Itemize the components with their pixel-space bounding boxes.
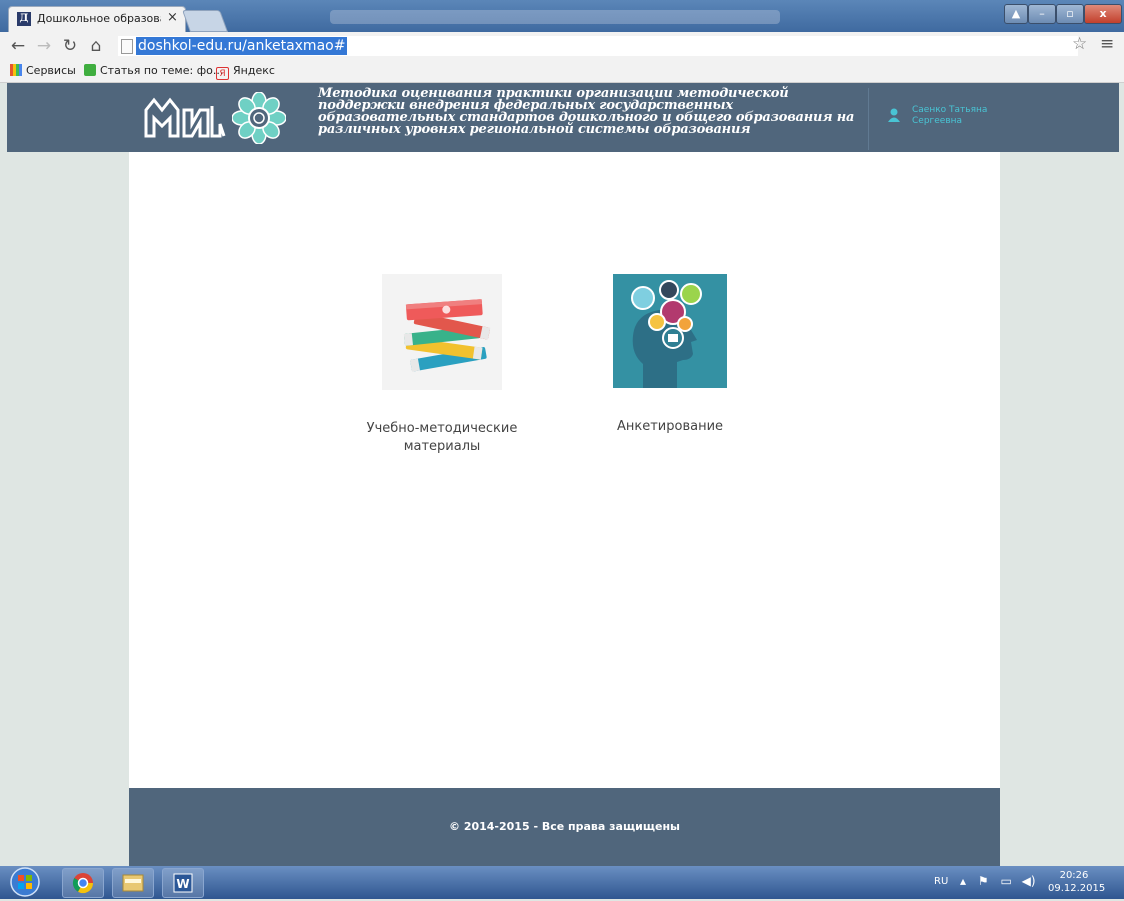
main-content — [129, 152, 1000, 788]
volume-icon[interactable]: ◀) — [1022, 874, 1036, 888]
copyright-text: © 2014-2015 - Все права защищены — [448, 820, 680, 833]
flag-icon[interactable]: ⚑ — [978, 874, 989, 888]
chrome-taskbar-icon[interactable] — [62, 868, 104, 898]
user-switch-icon[interactable]: ▲ — [1004, 4, 1028, 24]
head-survey-icon[interactable] — [613, 274, 727, 388]
page-icon — [121, 39, 133, 54]
forward-arrow-icon[interactable]: → — [34, 36, 54, 56]
word-taskbar-icon[interactable]: W — [162, 868, 204, 898]
window-caption-blur — [330, 10, 780, 24]
site-title: Методика оценивания практики организации… — [318, 86, 855, 137]
home-icon[interactable]: ⌂ — [86, 36, 106, 56]
svg-text:W: W — [176, 877, 189, 891]
clock-time: 20:26 — [1059, 870, 1089, 881]
show-hidden-icons-icon[interactable]: ▴ — [960, 874, 966, 888]
books-icon[interactable] — [382, 274, 502, 390]
card-learning-materials[interactable]: Учебно-методические материалы — [356, 274, 528, 456]
minimize-button[interactable]: – — [1028, 4, 1056, 24]
new-tab-button[interactable] — [181, 10, 229, 32]
card-survey[interactable]: Анкетирование — [594, 274, 746, 436]
user-name-link[interactable]: Саенко Татьяна Сергеевна — [912, 105, 1002, 127]
bookmark-star-icon[interactable]: ☆ — [1072, 34, 1087, 54]
explorer-taskbar-icon[interactable] — [112, 868, 154, 898]
card-label[interactable]: Анкетирование — [594, 418, 746, 436]
browser-menu-icon[interactable]: ≡ — [1100, 34, 1114, 54]
card-label[interactable]: Учебно-методические материалы — [356, 420, 528, 456]
browser-tab[interactable]: Д Дошкольное образовани × — [8, 6, 186, 33]
bookmark-label: Яндекс — [233, 64, 275, 77]
browser-toolbar: ← → ↻ ⌂ doshkol-edu.ru/anketaxmao# — [0, 32, 1124, 60]
checkmark-icon — [84, 64, 96, 76]
tab-close-button[interactable]: × — [167, 10, 178, 25]
mik-logo-icon[interactable] — [140, 92, 226, 144]
tray-icons[interactable]: ▴ ⚑ ▭ ◀) — [960, 874, 1036, 888]
header-divider — [868, 88, 869, 150]
maximize-button[interactable]: ▫ — [1056, 4, 1084, 24]
window-close-button[interactable]: x — [1084, 4, 1122, 24]
bookmark-services[interactable]: Сервисы — [10, 64, 76, 77]
network-icon[interactable]: ▭ — [1000, 874, 1011, 888]
window-controls: ▲ – ▫ x — [1004, 4, 1122, 24]
user-icon — [888, 108, 900, 122]
site-favicon-icon: Д — [17, 12, 31, 26]
taskbar-clock[interactable]: 20:26 09.12.2015 — [1048, 869, 1106, 895]
url-text[interactable]: doshkol-edu.ru/anketaxmao# — [136, 37, 348, 55]
apps-grid-icon — [10, 64, 22, 76]
address-bar[interactable]: doshkol-edu.ru/anketaxmao# — [118, 36, 1078, 56]
yandex-icon: Я — [216, 67, 229, 80]
bookmark-label: Статья по теме: фо... — [100, 64, 224, 77]
bookmark-yandex[interactable]: Я Яндекс — [216, 64, 275, 80]
bookmarks-bar: Сервисы Статья по теме: фо... Я Яндекс — [0, 60, 1124, 83]
tab-title: Дошкольное образовани — [37, 12, 161, 25]
bookmark-label: Сервисы — [26, 64, 76, 77]
back-arrow-icon[interactable]: ← — [8, 36, 28, 56]
clock-date: 09.12.2015 — [1048, 883, 1106, 894]
reload-icon[interactable]: ↻ — [60, 36, 80, 56]
language-indicator[interactable]: RU — [934, 876, 948, 887]
windows-start-icon[interactable] — [6, 867, 44, 897]
flower-logo-icon[interactable] — [232, 92, 286, 144]
bookmark-article[interactable]: Статья по теме: фо... — [84, 64, 223, 77]
